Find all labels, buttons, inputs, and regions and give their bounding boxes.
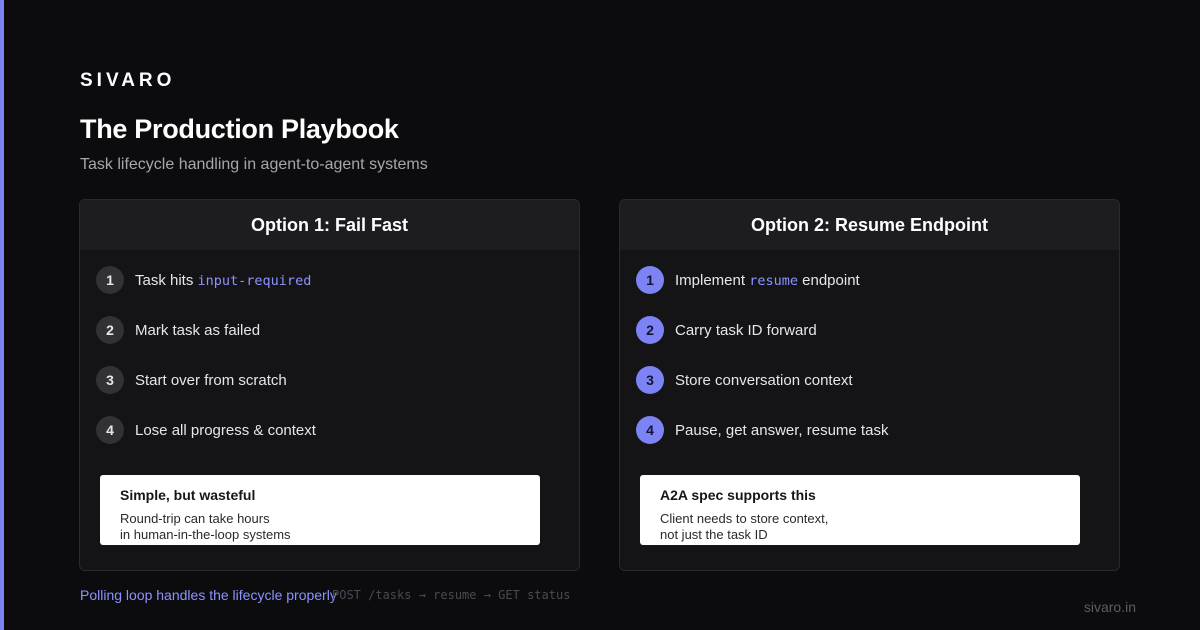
footer-link[interactable]: Polling loop handles the lifecycle prope… — [80, 587, 337, 603]
step-item: 1 Implement resume endpoint — [636, 266, 888, 294]
step-item: 3 Start over from scratch — [96, 366, 316, 394]
note-body: Client needs to store context, not just … — [660, 511, 1060, 543]
note-line: Round-trip can take hours — [120, 511, 270, 526]
step-number: 4 — [636, 416, 664, 444]
footer-code-snippet: POST /tasks → resume → GET status — [332, 588, 571, 602]
note-callout: Simple, but wasteful Round-trip can take… — [100, 475, 540, 545]
note-line: not just the task ID — [660, 527, 768, 542]
note-title: A2A spec supports this — [660, 487, 816, 503]
step-number: 4 — [96, 416, 124, 444]
note-callout: A2A spec supports this Client needs to s… — [640, 475, 1080, 545]
step-number: 1 — [96, 266, 124, 294]
page-title: The Production Playbook — [80, 114, 399, 144]
step-text-before: Implement — [675, 271, 750, 289]
step-text: Lose all progress & context — [135, 421, 316, 439]
step-number: 2 — [96, 316, 124, 344]
step-item: 4 Pause, get answer, resume task — [636, 416, 888, 444]
step-item: 2 Carry task ID forward — [636, 316, 888, 344]
note-line: in human-in-the-loop systems — [120, 527, 291, 542]
code-snippet: input-required — [197, 272, 312, 289]
step-text: Mark task as failed — [135, 321, 261, 339]
step-number: 2 — [636, 316, 664, 344]
step-number: 1 — [636, 266, 664, 294]
step-text: Task hits input-required — [135, 272, 311, 289]
page-subtitle: Task lifecycle handling in agent-to-agen… — [80, 156, 428, 173]
step-text: Carry task ID forward — [675, 321, 817, 339]
brand-logo: SIVARO — [80, 70, 176, 91]
card-header: Option 2: Resume Endpoint — [620, 200, 1119, 250]
note-line: Client needs to store context, — [660, 511, 829, 526]
step-item: 2 Mark task as failed — [96, 316, 316, 344]
step-text-after: endpoint — [797, 271, 860, 289]
step-text: Implement resume endpoint — [675, 272, 860, 289]
step-item: 4 Lose all progress & context — [96, 416, 316, 444]
step-text-before: Task hits — [135, 271, 198, 289]
accent-bar — [0, 0, 4, 630]
steps-list: 1 Implement resume endpoint 2 Carry task… — [636, 266, 888, 466]
note-title: Simple, but wasteful — [120, 487, 256, 503]
step-item: 1 Task hits input-required — [96, 266, 316, 294]
note-body: Round-trip can take hours in human-in-th… — [120, 511, 520, 543]
option-card-resume-endpoint: Option 2: Resume Endpoint 1 Implement re… — [619, 199, 1120, 571]
code-snippet: resume — [749, 272, 798, 289]
option-card-fail-fast: Option 1: Fail Fast 1 Task hits input-re… — [79, 199, 580, 571]
footer-site-url[interactable]: sivaro.in — [1084, 599, 1136, 615]
step-text: Start over from scratch — [135, 371, 287, 389]
step-number: 3 — [96, 366, 124, 394]
step-number: 3 — [636, 366, 664, 394]
step-text: Store conversation context — [675, 371, 853, 389]
step-item: 3 Store conversation context — [636, 366, 888, 394]
step-text: Pause, get answer, resume task — [675, 421, 889, 439]
steps-list: 1 Task hits input-required 2 Mark task a… — [96, 266, 316, 466]
card-header: Option 1: Fail Fast — [80, 200, 579, 250]
